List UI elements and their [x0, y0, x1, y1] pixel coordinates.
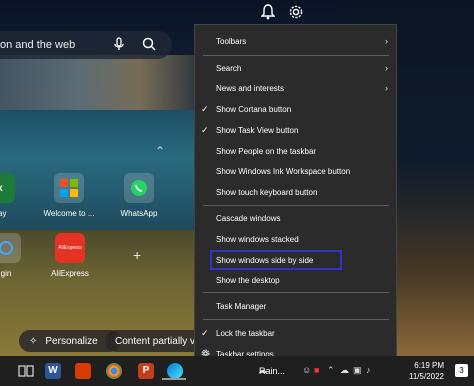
checkmark-icon: ✓: [201, 327, 209, 338]
chevron-right-icon: ›: [385, 63, 388, 73]
personalize-label: Personalize: [45, 335, 98, 347]
volume-icon[interactable]: ♪: [366, 365, 376, 377]
menu-item-label: Show Task View button: [216, 125, 299, 135]
app-tile-whatsapp[interactable]: WhatsApp: [101, 173, 177, 218]
people-icon[interactable]: ☺: [302, 365, 312, 377]
menu-item-label: Show windows side by side: [216, 255, 314, 265]
menu-separator: [203, 292, 389, 293]
tile-label: AliExpress: [51, 269, 89, 278]
app-icon: x: [0, 173, 15, 203]
menu-item-news-and-interests[interactable]: News and interests ›: [195, 79, 396, 97]
menu-item-label: Search: [216, 63, 242, 73]
menu-item-toolbars[interactable]: Toolbars ›: [195, 32, 396, 50]
search-placeholder[interactable]: on and the web: [0, 39, 112, 51]
search-icon[interactable]: [142, 37, 158, 53]
menu-item-label: Lock the taskbar: [216, 328, 275, 338]
menu-item-show-cortana-button[interactable]: ✓ Show Cortana button: [195, 100, 396, 118]
menu-item-show-the-desktop[interactable]: Show the desktop: [195, 271, 396, 289]
menu-item-label: Show touch keyboard button: [216, 187, 318, 197]
antivirus-icon[interactable]: ■: [314, 365, 324, 377]
aliexpress-icon: AliExpress: [55, 233, 85, 263]
menu-item-task-manager[interactable]: Task Manager: [195, 297, 396, 315]
system-tray: ☁ Rain... ☺ ■ ⌃ ☁ ▣ ♪ 6:19 PM 11/5/2022 …: [258, 356, 474, 386]
bell-icon[interactable]: [259, 3, 277, 21]
menu-item-label: Show Windows Ink Workspace button: [216, 166, 351, 176]
tile-label: Welcome to ...: [43, 209, 95, 218]
powerpoint-icon[interactable]: P: [138, 363, 154, 379]
app-tile-aliexpress[interactable]: AliExpress AliExpress: [32, 233, 108, 278]
network-icon[interactable]: ▣: [353, 365, 363, 377]
weather-label[interactable]: Rain...: [259, 366, 285, 376]
menu-item-label: Show Cortana button: [216, 104, 292, 114]
app-icon: [0, 233, 21, 263]
edge-icon[interactable]: [167, 363, 183, 379]
app-tile-welcome[interactable]: Welcome to ...: [31, 173, 107, 218]
chevron-right-icon: ›: [385, 36, 388, 46]
time-label: 6:19 PM: [414, 361, 444, 370]
search-bar[interactable]: on and the web: [0, 31, 172, 59]
menu-item-label: News and interests: [216, 83, 285, 93]
menu-item-search[interactable]: Search ›: [195, 59, 396, 77]
menu-item-cascade-windows[interactable]: Cascade windows: [195, 209, 396, 227]
menu-item-label: Toolbars: [216, 36, 247, 46]
clock[interactable]: 6:19 PM 11/5/2022: [409, 360, 444, 382]
add-tile-icon[interactable]: +: [133, 247, 141, 263]
chrome-icon[interactable]: [106, 363, 122, 379]
notification-badge[interactable]: 3: [455, 364, 468, 377]
menu-item-show-touch-keyboard[interactable]: Show touch keyboard button: [195, 183, 396, 201]
menu-separator: [203, 205, 389, 206]
menu-item-show-people[interactable]: Show People on the taskbar: [195, 142, 396, 160]
office-icon[interactable]: [75, 363, 91, 379]
cliff-image: [0, 55, 200, 115]
menu-item-label: Cascade windows: [216, 213, 281, 223]
date-label: 11/5/2022: [409, 372, 444, 381]
taskbar-context-menu: Toolbars › Search › News and interests › ✓ S…: [194, 24, 397, 366]
menu-item-show-task-view-button[interactable]: ✓ Show Task View button: [195, 121, 396, 139]
menu-item-lock-the-taskbar[interactable]: ✓ Lock the taskbar: [195, 324, 396, 342]
gear-icon[interactable]: [287, 3, 305, 21]
menu-item-label: Show People on the taskbar: [216, 146, 317, 156]
active-app-indicator: [162, 378, 186, 380]
menu-item-show-windows-side-by-side[interactable]: Show windows side by side: [195, 251, 396, 269]
onedrive-icon[interactable]: ☁: [340, 365, 350, 377]
whatsapp-icon: [124, 173, 154, 203]
checkmark-icon: ✓: [201, 103, 209, 114]
task-view-icon[interactable]: [18, 363, 34, 379]
chevron-up-icon[interactable]: ⌃: [327, 365, 337, 377]
tile-label: WhatsApp: [120, 209, 158, 218]
menu-item-show-windows-ink[interactable]: Show Windows Ink Workspace button: [195, 162, 396, 180]
taskbar[interactable]: W P ☁ Rain... ☺ ■ ⌃ ☁ ▣ ♪ 6:19 PM 11/5/2…: [0, 356, 474, 386]
checkmark-icon: ✓: [201, 124, 209, 135]
menu-item-label: Show the desktop: [216, 275, 280, 285]
menu-item-show-windows-stacked[interactable]: Show windows stacked: [195, 230, 396, 248]
sparkle-icon: ✧: [29, 335, 38, 347]
microphone-icon[interactable]: [112, 37, 126, 53]
menu-item-label: Task Manager: [216, 301, 267, 311]
menu-item-label: Show windows stacked: [216, 234, 299, 244]
menu-separator: [203, 319, 389, 320]
chevron-right-icon: ›: [385, 83, 388, 93]
microsoft-logo-icon: [54, 173, 84, 203]
chevron-up-icon[interactable]: ⌃: [155, 144, 165, 158]
menu-separator: [203, 55, 389, 56]
word-icon[interactable]: W: [45, 363, 61, 379]
content-visibility-label: Content partially visi: [115, 335, 205, 347]
